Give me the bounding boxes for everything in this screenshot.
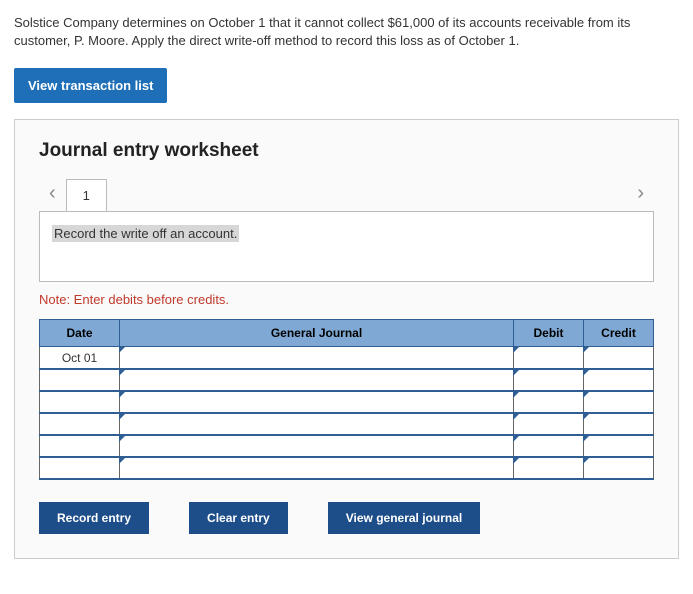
- credit-cell[interactable]: [584, 369, 654, 391]
- general-journal-cell[interactable]: [120, 391, 514, 413]
- chevron-right-icon[interactable]: ›: [627, 176, 654, 211]
- date-cell[interactable]: [40, 457, 120, 479]
- clear-entry-button[interactable]: Clear entry: [189, 502, 288, 534]
- chevron-left-icon[interactable]: ‹: [39, 176, 66, 211]
- col-header-general-journal: General Journal: [120, 320, 514, 347]
- debit-cell[interactable]: [514, 413, 584, 435]
- date-cell[interactable]: [40, 435, 120, 457]
- col-header-debit: Debit: [514, 320, 584, 347]
- instruction-box: Record the write off an account.: [39, 211, 654, 282]
- button-row: Record entry Clear entry View general jo…: [39, 502, 654, 534]
- debit-cell[interactable]: [514, 457, 584, 479]
- table-row: [40, 435, 654, 457]
- col-header-credit: Credit: [584, 320, 654, 347]
- general-journal-cell[interactable]: [120, 413, 514, 435]
- instruction-text: Record the write off an account.: [52, 225, 239, 242]
- view-transaction-list-button[interactable]: View transaction list: [14, 68, 167, 103]
- credit-cell[interactable]: [584, 347, 654, 369]
- general-journal-cell[interactable]: [120, 347, 514, 369]
- record-entry-button[interactable]: Record entry: [39, 502, 149, 534]
- problem-text: Solstice Company determines on October 1…: [14, 14, 679, 50]
- note-text: Note: Enter debits before credits.: [39, 292, 654, 307]
- debit-cell[interactable]: [514, 435, 584, 457]
- date-cell[interactable]: Oct 01: [40, 347, 120, 369]
- debit-cell[interactable]: [514, 347, 584, 369]
- col-header-date: Date: [40, 320, 120, 347]
- view-general-journal-button[interactable]: View general journal: [328, 502, 480, 534]
- tab-row: ‹ 1 ›: [39, 176, 654, 211]
- general-journal-cell[interactable]: [120, 435, 514, 457]
- date-cell[interactable]: [40, 369, 120, 391]
- date-cell[interactable]: [40, 413, 120, 435]
- date-cell[interactable]: [40, 391, 120, 413]
- credit-cell[interactable]: [584, 413, 654, 435]
- worksheet-title: Journal entry worksheet: [39, 140, 654, 162]
- table-row: [40, 457, 654, 479]
- general-journal-cell[interactable]: [120, 457, 514, 479]
- journal-entry-worksheet: Journal entry worksheet ‹ 1 › Record the…: [14, 119, 679, 559]
- credit-cell[interactable]: [584, 457, 654, 479]
- debit-cell[interactable]: [514, 391, 584, 413]
- tab-1[interactable]: 1: [66, 179, 107, 211]
- credit-cell[interactable]: [584, 391, 654, 413]
- credit-cell[interactable]: [584, 435, 654, 457]
- table-row: [40, 391, 654, 413]
- journal-table: Date General Journal Debit Credit Oct 01: [39, 319, 654, 480]
- debit-cell[interactable]: [514, 369, 584, 391]
- general-journal-cell[interactable]: [120, 369, 514, 391]
- table-row: [40, 369, 654, 391]
- table-row: Oct 01: [40, 347, 654, 369]
- table-row: [40, 413, 654, 435]
